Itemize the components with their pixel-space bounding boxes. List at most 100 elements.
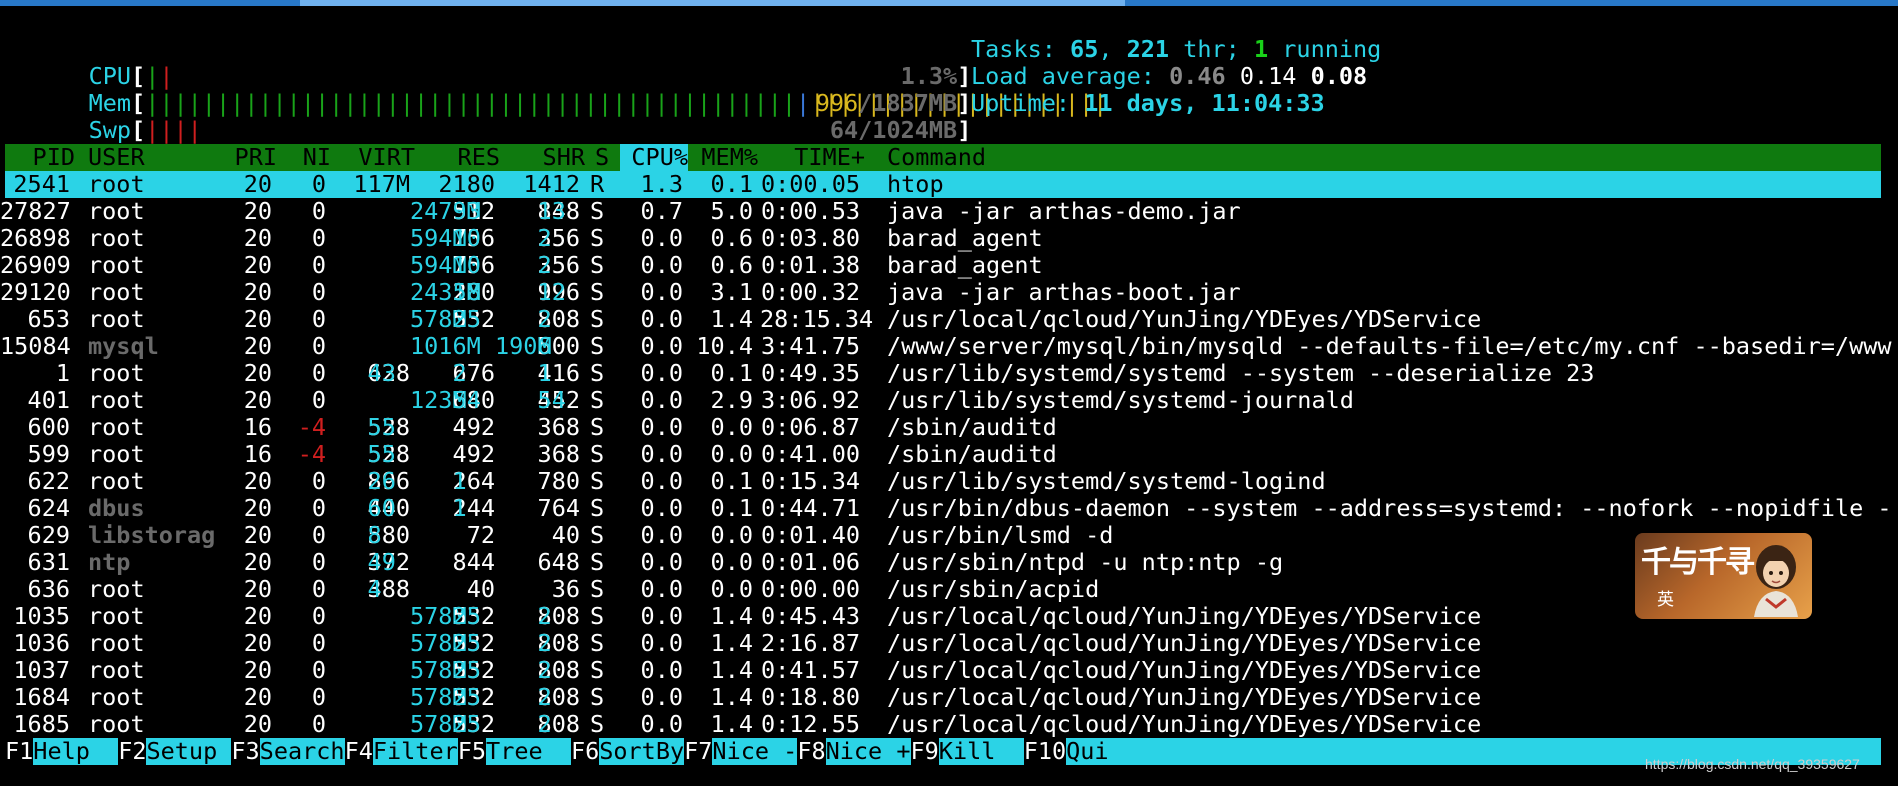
table-row[interactable]: 1684 root 20 0 578M 25 532 2 808 S 0.0 1.4 0:18.80/u… bbox=[0, 684, 1898, 711]
pid-cell: 636 bbox=[27, 575, 70, 603]
fkey-nice-button[interactable]: Nice + bbox=[825, 738, 911, 765]
cpu-cell: 0.0 bbox=[640, 656, 683, 684]
badge-title: 千与千寻 bbox=[1641, 545, 1755, 580]
column-res[interactable]: RES bbox=[420, 144, 500, 171]
column-command[interactable]: Command bbox=[887, 144, 986, 171]
swp-meter-close: ] bbox=[957, 116, 972, 144]
fkey-label: F2 bbox=[118, 737, 147, 765]
fkey-sortby-button[interactable]: SortBy bbox=[599, 738, 685, 765]
threads-value: 221 bbox=[1126, 35, 1170, 63]
table-row[interactable]: 1036 root 20 0 578M 25 532 2 808 S 0.0 1.4 2:16.87/u… bbox=[0, 630, 1898, 657]
res-cell: 492 bbox=[452, 440, 495, 468]
command-cell: /usr/lib/systemd/systemd --system --dese… bbox=[887, 359, 1595, 387]
user-cell: ntp bbox=[88, 548, 131, 576]
column-user[interactable]: USER bbox=[88, 144, 145, 171]
column-cpu-sorted[interactable]: CPU% bbox=[620, 144, 688, 171]
column-time[interactable]: TIME+ bbox=[765, 144, 865, 171]
time-cell: 0:44.71 bbox=[760, 494, 860, 522]
command-cell: /www/server/mysql/bin/mysqld --defaults-… bbox=[887, 332, 1892, 360]
ni-cell: 0 bbox=[311, 548, 326, 576]
table-row[interactable]: 653 root 20 0 578M 25 532 2 808 S 0.0 1.4 28:15.34/u… bbox=[0, 306, 1898, 333]
cpu-cell: 0.0 bbox=[640, 683, 683, 711]
column-shr[interactable]: SHR bbox=[505, 144, 585, 171]
swp-meter-bar: |||| 64/1024MB bbox=[145, 117, 957, 144]
tasks-label: Tasks: bbox=[971, 35, 1071, 63]
virt-cell: 117M bbox=[353, 170, 410, 198]
user-cell: root bbox=[88, 440, 145, 468]
fkey-search-button[interactable]: Search bbox=[259, 738, 345, 765]
column-state[interactable]: S bbox=[595, 144, 609, 171]
pid-cell: 2541 bbox=[13, 170, 70, 198]
table-row[interactable]: 27827 root 20 0 2473M 93 512 13 848 S 0.7 5.0 0:00.5… bbox=[0, 198, 1898, 225]
table-row[interactable]: 600 root 16 -4 55 528 492 368 S 0.0 0.0 0:06.87/sbi… bbox=[0, 414, 1898, 441]
cpu-cell: 1.3 bbox=[640, 170, 683, 198]
virt-cell: 43 628 bbox=[367, 359, 410, 387]
column-pid[interactable]: PID bbox=[5, 144, 75, 171]
ni-cell: 0 bbox=[311, 278, 326, 306]
column-pri[interactable]: PRI bbox=[215, 144, 277, 171]
time-cell: 0:03.80 bbox=[760, 224, 860, 252]
table-row[interactable]: 629 libstorag 20 0 8 580 72 40 S 0.0 0.0 0:01.40/us… bbox=[0, 522, 1898, 549]
time-cell: 0:18.80 bbox=[760, 683, 860, 711]
table-row[interactable]: 599 root 16 -4 55 528 492 368 S 0.0 0.0 0:41.00/sbi… bbox=[0, 441, 1898, 468]
virt-cell: 55 528 bbox=[367, 440, 410, 468]
user-cell: root bbox=[88, 251, 145, 279]
time-cell: 0:00.53 bbox=[760, 197, 860, 225]
virt-cell: 55 528 bbox=[367, 413, 410, 441]
table-row[interactable]: 624 dbus 20 0 60 440 1 244 764 S 0.0 0.1 0:44.71/usr… bbox=[0, 495, 1898, 522]
fkey-kill-button[interactable]: Kill bbox=[938, 738, 1024, 765]
res-cell: 844 bbox=[452, 548, 495, 576]
ni-cell: 0 bbox=[311, 467, 326, 495]
table-row-selected[interactable]: 2541 root 20 0 117M 2180 1412 R 1.3 0.1 0:00.05 hto… bbox=[5, 171, 1881, 198]
table-row[interactable]: 15084 mysql 20 0 1016M 190M 6 500 S 0.0 10.4 3:41.7… bbox=[0, 333, 1898, 360]
command-cell: /sbin/auditd bbox=[887, 440, 1057, 468]
tasks-line: Tasks: 65, 221 thr; 1 running bbox=[971, 36, 1381, 63]
table-row[interactable]: 622 root 20 0 26 896 1 264 780 S 0.0 0.1 0:15.34/usr… bbox=[0, 468, 1898, 495]
column-virt[interactable]: VIRT bbox=[335, 144, 415, 171]
table-row[interactable]: 1685 root 20 0 578M 25 532 2 808 S 0.0 1.4 0:12.55/u… bbox=[0, 711, 1898, 738]
fkey-label: F9 bbox=[910, 737, 939, 765]
mem-cell: 0.0 bbox=[710, 440, 753, 468]
system-info-panel: Tasks: 65, 221 thr; 1 running Load avera… bbox=[971, 36, 1381, 117]
table-row[interactable]: 401 root 20 0 123M 54 680 54 452 S 0.0 2.9 3:06.92/u… bbox=[0, 387, 1898, 414]
state-cell: S bbox=[590, 197, 605, 225]
state-cell: S bbox=[590, 683, 605, 711]
pri-cell: 20 bbox=[243, 386, 272, 414]
fkey-label: F6 bbox=[570, 737, 600, 765]
table-row[interactable]: 1037 root 20 0 578M 25 532 2 808 S 0.0 1.4 0:41.57/u… bbox=[0, 657, 1898, 684]
user-cell: root bbox=[88, 602, 145, 630]
process-list[interactable]: 2541 root 20 0 117M 2180 1412 R 1.3 0.1 0:00.05 hto… bbox=[0, 171, 1898, 738]
spirited-away-badge: 千与千寻 英 bbox=[1635, 533, 1812, 619]
pid-cell: 1037 bbox=[13, 656, 70, 684]
table-row[interactable]: 26909 root 20 0 594M 10 756 2 356 S 0.0 0.6 0:01.38 b… bbox=[0, 252, 1898, 279]
table-row[interactable]: 1 root 20 0 43 628 2 676 1 416 S 0.0 0.1 0:49.35/usr/… bbox=[0, 360, 1898, 387]
fkey-label: F1 bbox=[5, 737, 34, 765]
fkey-help-button[interactable]: Help bbox=[33, 738, 119, 765]
cpu-cell: 0.0 bbox=[640, 548, 683, 576]
pid-cell: 600 bbox=[27, 413, 70, 441]
fkey-nice-button[interactable]: Nice - bbox=[712, 738, 798, 765]
time-cell: 0:00.32 bbox=[760, 278, 860, 306]
table-row[interactable]: 29120 root 20 0 2431M 58 280 12 996 S 0.0 3.1 0:00.3… bbox=[0, 279, 1898, 306]
state-cell: S bbox=[590, 305, 605, 333]
mem-cell: 0.6 bbox=[710, 224, 753, 252]
res-cell: 58 280 bbox=[452, 278, 495, 306]
fkey-setup-button[interactable]: Setup bbox=[146, 738, 232, 765]
res-cell: 25 532 bbox=[452, 602, 495, 630]
shr-cell: 6 500 bbox=[537, 332, 580, 360]
running-label: running bbox=[1268, 35, 1382, 63]
table-row[interactable]: 631 ntp 20 0 49 372 844 648 S 0.0 0.0 0:01.06/usr/s… bbox=[0, 549, 1898, 576]
column-mem[interactable]: MEM% bbox=[690, 144, 758, 171]
mem-cell: 1.4 bbox=[710, 305, 753, 333]
fkey-tree-button[interactable]: Tree bbox=[486, 738, 571, 765]
load-5min: 0.14 bbox=[1239, 62, 1297, 90]
column-ni[interactable]: NI bbox=[285, 144, 331, 171]
command-cell: /usr/bin/dbus-daemon --system --address=… bbox=[887, 494, 1892, 522]
table-row[interactable]: 26898 root 20 0 594M 10 756 2 356 S 0.0 0.6 0:03.80 b… bbox=[0, 225, 1898, 252]
threads-label: thr; bbox=[1169, 35, 1254, 63]
res-cell: 72 bbox=[466, 521, 495, 549]
fkey-filter-button[interactable]: Filter bbox=[372, 738, 458, 765]
table-row[interactable]: 636 root 20 0 4 388 40 36 S 0.0 0.0 0:00.00/usr/sbi… bbox=[0, 576, 1898, 603]
table-row[interactable]: 1035 root 20 0 578M 25 532 2 808 S 0.0 1.4 0:45.43/u… bbox=[0, 603, 1898, 630]
ni-cell: 0 bbox=[311, 170, 326, 198]
